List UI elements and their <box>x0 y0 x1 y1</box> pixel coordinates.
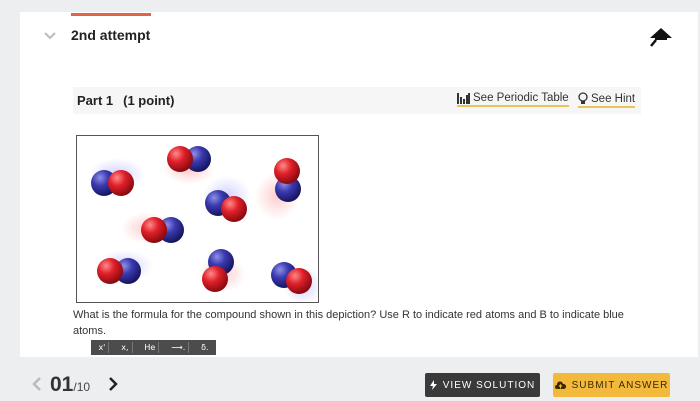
part-points: (1 point) <box>123 93 175 108</box>
part-title: Part 1 (1 point) <box>77 93 174 108</box>
page-total: /10 <box>73 380 91 394</box>
footer-bar: 01/10 VIEW SOLUTION SUBMIT ANSWER <box>0 360 700 401</box>
submit-answer-button[interactable]: SUBMIT ANSWER <box>553 373 670 397</box>
superscript-button[interactable]: x' <box>95 342 110 353</box>
part-label: Part 1 <box>77 93 114 108</box>
molecule-6 <box>97 258 141 284</box>
view-solution-button[interactable]: VIEW SOLUTION <box>425 373 540 397</box>
element-button[interactable]: He <box>141 342 160 353</box>
molecule-illustration <box>89 146 318 302</box>
molecule-figure <box>76 135 319 303</box>
hint-link[interactable]: See Hint <box>578 92 636 108</box>
page-current: 01 <box>50 373 74 396</box>
lightning-icon <box>429 380 437 390</box>
page-indicator: 01/10 <box>50 373 90 397</box>
molecule-3 <box>274 158 301 202</box>
submit-answer-label: SUBMIT ANSWER <box>571 379 669 391</box>
periodic-table-label: See Periodic Table <box>473 92 569 104</box>
molecule-8 <box>271 262 312 294</box>
hint-label: See Hint <box>591 92 636 105</box>
question-text: What is the formula for the compound sho… <box>73 309 624 337</box>
attempt-title: 2nd attempt <box>71 27 151 43</box>
delta-button[interactable]: δ. <box>198 342 211 353</box>
chevron-left-icon[interactable] <box>32 377 42 391</box>
molecule-2 <box>167 146 211 172</box>
periodic-table-icon <box>457 92 470 104</box>
molecule-1 <box>91 170 134 196</box>
chevron-down-icon[interactable] <box>43 30 57 42</box>
upload-cloud-icon <box>554 380 566 389</box>
lightbulb-icon <box>578 92 588 104</box>
arrow-button[interactable]: ⟶. <box>168 342 190 353</box>
subscript-button[interactable]: x, <box>118 342 133 353</box>
attempt-progress-bar <box>71 13 151 16</box>
periodic-table-link[interactable]: See Periodic Table <box>457 92 569 107</box>
answer-toolbar: x' x, He ⟶. δ. <box>91 340 216 355</box>
chevron-right-icon[interactable] <box>108 377 118 391</box>
molecule-5 <box>141 217 184 243</box>
part-header: Part 1 (1 point) See Periodic Table See H… <box>73 87 641 114</box>
view-solution-label: VIEW SOLUTION <box>442 379 536 391</box>
pin-icon[interactable] <box>648 26 674 48</box>
